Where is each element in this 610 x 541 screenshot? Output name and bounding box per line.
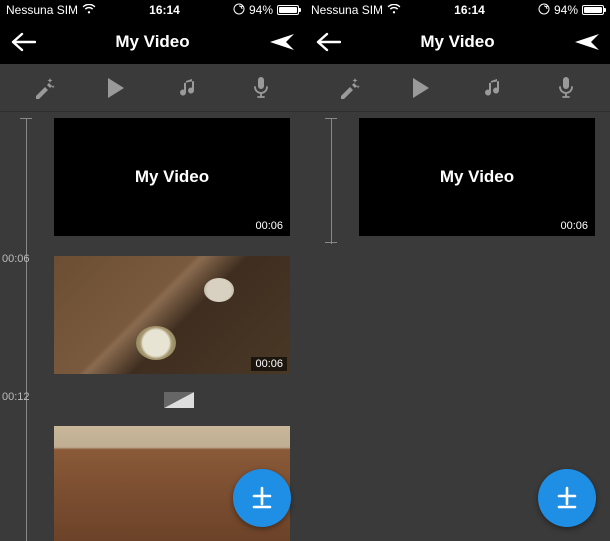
header-title: My Video	[420, 32, 494, 52]
video-clip-1[interactable]: 00:06	[54, 256, 290, 374]
transition-icon[interactable]	[164, 392, 194, 408]
carrier-label: Nessuna SIM	[6, 3, 78, 17]
wifi-icon	[387, 3, 401, 17]
timeline-label: 00:06	[2, 253, 30, 265]
effects-button[interactable]	[22, 68, 66, 108]
voiceover-button[interactable]	[239, 68, 283, 108]
clock: 16:14	[401, 3, 538, 17]
music-button[interactable]	[167, 68, 211, 108]
battery-pct: 94%	[249, 3, 273, 17]
timeline[interactable]: My Video 00:06 00:06 00:06 00:12	[0, 112, 305, 541]
timeline-rail	[26, 118, 27, 541]
duration-badge: 00:06	[556, 219, 592, 233]
status-bar: Nessuna SIM 16:14 94%	[0, 0, 305, 20]
rotation-lock-icon	[233, 3, 245, 18]
app-header: My Video	[305, 20, 610, 64]
add-media-button[interactable]	[538, 469, 596, 527]
voiceover-button[interactable]	[544, 68, 588, 108]
duration-badge: 00:06	[251, 357, 287, 371]
send-button[interactable]	[574, 32, 600, 52]
left-screen: Nessuna SIM 16:14 94% My Video	[0, 0, 305, 541]
back-button[interactable]	[315, 32, 341, 52]
toolbar	[0, 64, 305, 112]
status-bar: Nessuna SIM 16:14 94%	[305, 0, 610, 20]
add-media-button[interactable]	[233, 469, 291, 527]
title-clip[interactable]: My Video 00:06	[54, 118, 290, 236]
send-button[interactable]	[269, 32, 295, 52]
clock: 16:14	[96, 3, 233, 17]
play-button[interactable]	[399, 68, 443, 108]
music-button[interactable]	[472, 68, 516, 108]
timeline[interactable]: My Video 00:06	[305, 112, 610, 541]
right-screen: Nessuna SIM 16:14 94% My Video	[305, 0, 610, 541]
effects-button[interactable]	[327, 68, 371, 108]
timeline-label: 00:12	[2, 391, 30, 403]
back-button[interactable]	[10, 32, 36, 52]
play-button[interactable]	[94, 68, 138, 108]
title-clip[interactable]: My Video 00:06	[359, 118, 595, 236]
timeline-tick	[20, 118, 32, 119]
app-header: My Video	[0, 20, 305, 64]
title-clip-text: My Video	[135, 167, 209, 187]
header-title: My Video	[115, 32, 189, 52]
duration-badge: 00:06	[251, 219, 287, 233]
title-clip-text: My Video	[440, 167, 514, 187]
timeline-tick	[325, 118, 337, 119]
rotation-lock-icon	[538, 3, 550, 18]
timeline-tick	[325, 242, 337, 243]
carrier-label: Nessuna SIM	[311, 3, 383, 17]
battery-icon	[582, 5, 604, 15]
battery-pct: 94%	[554, 3, 578, 17]
wifi-icon	[82, 3, 96, 17]
battery-icon	[277, 5, 299, 15]
toolbar	[305, 64, 610, 112]
timeline-rail	[331, 118, 332, 244]
